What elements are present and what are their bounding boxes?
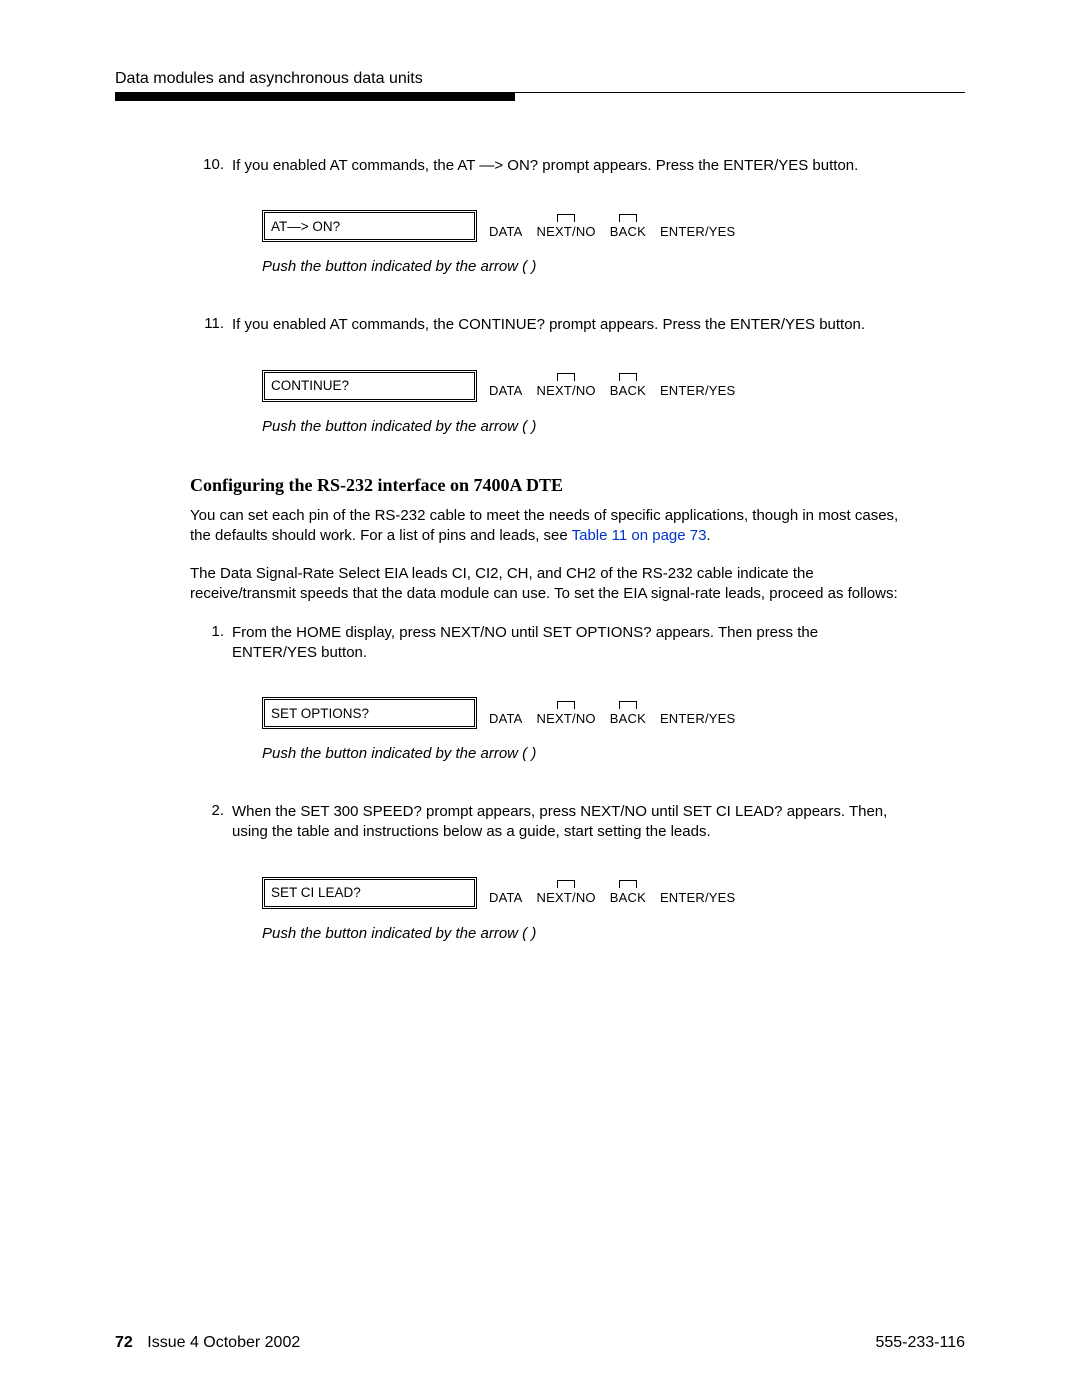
footer-right: 555-233-116 — [875, 1334, 965, 1352]
led-icon — [557, 214, 575, 222]
lcd-text: > ON? — [301, 219, 340, 234]
text: You can set each pin of the RS-232 cable… — [190, 507, 898, 544]
lcd-display: SET CI LEAD? — [262, 877, 477, 909]
btn-label: DATA — [489, 711, 523, 726]
button-nextno: NEXT/NO — [537, 373, 596, 398]
led-icon — [557, 880, 575, 888]
btn-label: NEXT/NO — [537, 224, 596, 239]
lcd-text: CONTINUE? — [271, 378, 349, 393]
display-caption: Push the button indicated by the arrow (… — [262, 418, 900, 435]
lcd-display: SET OPTIONS? — [262, 697, 477, 729]
lcd-text: AT — [271, 219, 287, 234]
btn-label: BACK — [610, 711, 646, 726]
dash-icon: — — [287, 219, 301, 234]
button-back: BACK — [610, 214, 646, 239]
button-nextno: NEXT/NO — [537, 701, 596, 726]
button-data: DATA — [489, 711, 523, 726]
display-caption: Push the button indicated by the arrow (… — [262, 925, 900, 942]
step-1: 1. From the HOME display, press NEXT/NO … — [190, 623, 900, 664]
lcd-text: SET CI LEAD? — [271, 885, 361, 900]
button-enteryes: ENTER/YES — [660, 383, 735, 398]
led-icon — [619, 701, 637, 709]
step-number: 2. — [190, 802, 232, 843]
btn-label: DATA — [489, 224, 523, 239]
lcd-panel-1: SET OPTIONS? DATA NEXT/NO BACK ENTER/YES — [262, 697, 900, 729]
footer-left: 72 Issue 4 October 2002 — [115, 1334, 300, 1352]
button-enteryes: ENTER/YES — [660, 890, 735, 905]
issue-date: Issue 4 October 2002 — [147, 1334, 300, 1351]
button-data: DATA — [489, 224, 523, 239]
btn-label: ENTER/YES — [660, 383, 735, 398]
text: > ON? prompt appears. Press the ENTER/YE… — [494, 157, 858, 174]
led-icon — [619, 214, 637, 222]
step-11: 11. If you enabled AT commands, the CONT… — [190, 315, 900, 335]
button-data: DATA — [489, 890, 523, 905]
led-icon — [619, 880, 637, 888]
lcd-display: AT — > ON? — [262, 210, 477, 242]
page-footer: 72 Issue 4 October 2002 555-233-116 — [115, 1334, 965, 1352]
button-enteryes: ENTER/YES — [660, 224, 735, 239]
btn-label: NEXT/NO — [537, 383, 596, 398]
btn-label: NEXT/NO — [537, 711, 596, 726]
button-row: DATA NEXT/NO BACK ENTER/YES — [489, 880, 735, 905]
step-text: From the HOME display, press NEXT/NO unt… — [232, 623, 900, 664]
step-2: 2. When the SET 300 SPEED? prompt appear… — [190, 802, 900, 843]
btn-label: DATA — [489, 890, 523, 905]
document-page: Data modules and asynchronous data units… — [0, 0, 1080, 1397]
led-icon — [557, 373, 575, 381]
step-text: If you enabled AT commands, the CONTINUE… — [232, 315, 900, 335]
lcd-panel-10: AT — > ON? DATA NEXT/NO BACK ENTER/YES — [262, 210, 900, 242]
button-row: DATA NEXT/NO BACK ENTER/YES — [489, 373, 735, 398]
button-enteryes: ENTER/YES — [660, 711, 735, 726]
lcd-display: CONTINUE? — [262, 370, 477, 402]
section-paragraph-2: The Data Signal-Rate Select EIA leads CI… — [190, 564, 900, 605]
text: . — [706, 527, 710, 544]
step-text: When the SET 300 SPEED? prompt appears, … — [232, 802, 900, 843]
lcd-text: SET OPTIONS? — [271, 706, 369, 721]
header-rule-thick — [115, 93, 515, 101]
display-caption: Push the button indicated by the arrow (… — [262, 258, 900, 275]
button-nextno: NEXT/NO — [537, 880, 596, 905]
button-back: BACK — [610, 701, 646, 726]
button-data: DATA — [489, 383, 523, 398]
btn-label: ENTER/YES — [660, 711, 735, 726]
step-10: 10. If you enabled AT commands, the AT —… — [190, 156, 900, 176]
page-header: Data modules and asynchronous data units — [115, 70, 965, 101]
step-number: 11. — [190, 315, 232, 335]
btn-label: BACK — [610, 383, 646, 398]
step-text: If you enabled AT commands, the AT —> ON… — [232, 156, 900, 176]
text: If you enabled AT commands, the AT — [232, 157, 479, 174]
led-icon — [619, 373, 637, 381]
step-number: 10. — [190, 156, 232, 176]
dash-icon: — — [479, 157, 494, 174]
btn-label: ENTER/YES — [660, 890, 735, 905]
button-back: BACK — [610, 373, 646, 398]
lcd-panel-11: CONTINUE? DATA NEXT/NO BACK ENTER/YES — [262, 370, 900, 402]
btn-label: ENTER/YES — [660, 224, 735, 239]
section-heading: Configuring the RS-232 interface on 7400… — [190, 475, 900, 496]
section-paragraph-1: You can set each pin of the RS-232 cable… — [190, 506, 900, 547]
button-nextno: NEXT/NO — [537, 214, 596, 239]
button-row: DATA NEXT/NO BACK ENTER/YES — [489, 214, 735, 239]
lcd-panel-2: SET CI LEAD? DATA NEXT/NO BACK ENTER/YES — [262, 877, 900, 909]
btn-label: DATA — [489, 383, 523, 398]
btn-label: BACK — [610, 890, 646, 905]
main-content: 10. If you enabled AT commands, the AT —… — [115, 101, 900, 942]
led-icon — [557, 701, 575, 709]
step-number: 1. — [190, 623, 232, 664]
btn-label: NEXT/NO — [537, 890, 596, 905]
header-title: Data modules and asynchronous data units — [115, 70, 965, 92]
button-row: DATA NEXT/NO BACK ENTER/YES — [489, 701, 735, 726]
button-back: BACK — [610, 880, 646, 905]
table-link[interactable]: Table 11 on page 73 — [572, 527, 707, 544]
page-number: 72 — [115, 1334, 133, 1351]
btn-label: BACK — [610, 224, 646, 239]
display-caption: Push the button indicated by the arrow (… — [262, 745, 900, 762]
